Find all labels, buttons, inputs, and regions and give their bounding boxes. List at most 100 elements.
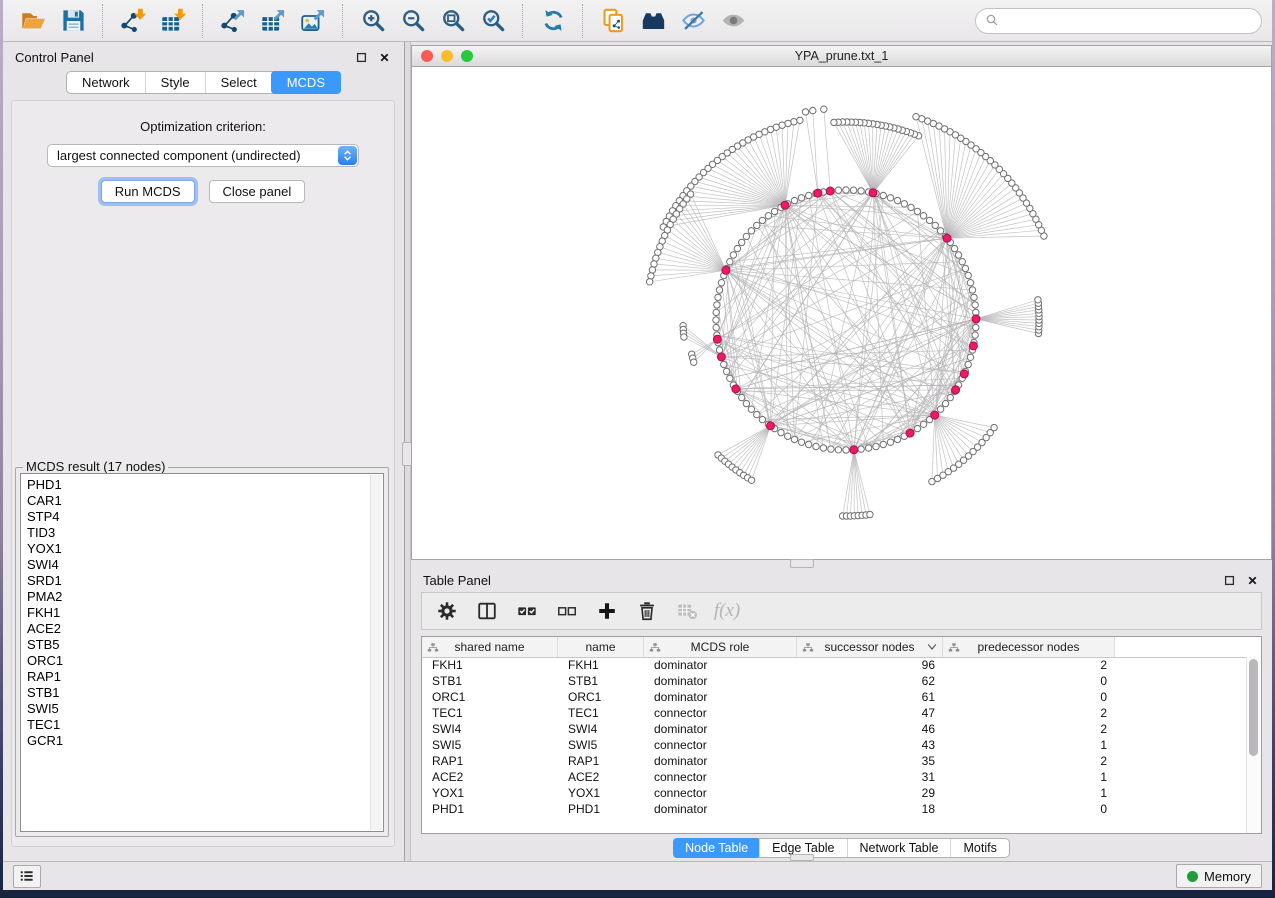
tab-select[interactable]: Select: [205, 72, 272, 93]
cell-predecessor-nodes[interactable]: 2: [943, 753, 1115, 769]
export-image-button[interactable]: [293, 4, 333, 38]
cell-successor-nodes[interactable]: 43: [797, 737, 943, 753]
refresh-view-button[interactable]: [533, 4, 573, 38]
run-mcds-button[interactable]: Run MCDS: [101, 180, 195, 203]
search-box[interactable]: [975, 8, 1262, 34]
window-close-button[interactable]: [421, 50, 433, 62]
cell-name[interactable]: ORC1: [558, 689, 644, 705]
export-table-button[interactable]: [253, 4, 293, 38]
first-neighbors-button[interactable]: [633, 4, 673, 38]
delete-column-trash-button[interactable]: [631, 595, 663, 627]
mcds-list-scrollbar[interactable]: [370, 475, 382, 830]
mcds-result-item[interactable]: TEC1: [21, 717, 383, 733]
cell-name[interactable]: SWI5: [558, 737, 644, 753]
cell-shared-name[interactable]: SWI4: [422, 721, 558, 737]
close-panel-button[interactable]: [377, 50, 392, 65]
mcds-result-item[interactable]: SWI4: [21, 557, 383, 573]
mcds-result-item[interactable]: SRD1: [21, 573, 383, 589]
cell-name[interactable]: TEC1: [558, 705, 644, 721]
delete-table-button[interactable]: [671, 595, 703, 627]
tab-style[interactable]: Style: [145, 72, 205, 93]
cell-shared-name[interactable]: RAP1: [422, 753, 558, 769]
table-row[interactable]: TEC1TEC1connector472: [422, 705, 1247, 721]
cell-name[interactable]: RAP1: [558, 753, 644, 769]
network-graph[interactable]: [412, 67, 1272, 557]
export-network-button[interactable]: [213, 4, 253, 38]
table-row[interactable]: YOX1YOX1connector291: [422, 785, 1247, 801]
zoom-fit-button[interactable]: [433, 4, 473, 38]
table-scrollbar-thumb[interactable]: [1249, 659, 1258, 756]
cell-shared-name[interactable]: PHD1: [422, 801, 558, 817]
mcds-result-item[interactable]: GCR1: [21, 733, 383, 749]
cell-predecessor-nodes[interactable]: 0: [943, 801, 1115, 817]
cell-successor-nodes[interactable]: 96: [797, 657, 943, 673]
cell-shared-name[interactable]: YOX1: [422, 785, 558, 801]
table-row[interactable]: ORC1ORC1dominator610: [422, 689, 1247, 705]
mcds-result-item[interactable]: RAP1: [21, 669, 383, 685]
table-row[interactable]: RAP1RAP1dominator352: [422, 753, 1247, 769]
mcds-result-item[interactable]: ORC1: [21, 653, 383, 669]
hide-selected-button[interactable]: [673, 4, 713, 38]
cell-mcds-role[interactable]: dominator: [644, 801, 797, 817]
zoom-in-button[interactable]: [353, 4, 393, 38]
close-table-panel-button[interactable]: [1245, 573, 1260, 588]
cell-mcds-role[interactable]: connector: [644, 705, 797, 721]
show-all-button[interactable]: [713, 4, 753, 38]
cell-predecessor-nodes[interactable]: 2: [943, 657, 1115, 673]
column-header-predecessor-nodes[interactable]: predecessor nodes: [943, 637, 1115, 657]
select-all-rows-button[interactable]: [511, 595, 543, 627]
cell-predecessor-nodes[interactable]: 1: [943, 769, 1115, 785]
network-canvas[interactable]: [411, 67, 1272, 560]
tab-network[interactable]: Network: [67, 72, 145, 93]
cell-name[interactable]: FKH1: [558, 657, 644, 673]
cell-mcds-role[interactable]: dominator: [644, 753, 797, 769]
mcds-result-item[interactable]: STB5: [21, 637, 383, 653]
tab-motifs[interactable]: Motifs: [950, 839, 1008, 857]
mcds-result-item[interactable]: PHD1: [21, 477, 383, 493]
cell-shared-name[interactable]: SWI5: [422, 737, 558, 753]
column-header-shared-name[interactable]: shared name: [422, 637, 558, 657]
cell-successor-nodes[interactable]: 47: [797, 705, 943, 721]
cell-name[interactable]: ACE2: [558, 769, 644, 785]
show-columns-button[interactable]: [471, 595, 503, 627]
cell-predecessor-nodes[interactable]: 2: [943, 721, 1115, 737]
new-network-from-selection-button[interactable]: [593, 4, 633, 38]
mcds-result-item[interactable]: PMA2: [21, 589, 383, 605]
tab-mcds[interactable]: MCDS: [271, 71, 341, 94]
memory-button[interactable]: Memory: [1176, 864, 1262, 888]
cell-shared-name[interactable]: FKH1: [422, 657, 558, 673]
cell-shared-name[interactable]: TEC1: [422, 705, 558, 721]
cell-shared-name[interactable]: STB1: [422, 673, 558, 689]
table-row[interactable]: STB1STB1dominator620: [422, 673, 1247, 689]
cell-mcds-role[interactable]: dominator: [644, 657, 797, 673]
cell-predecessor-nodes[interactable]: 0: [943, 689, 1115, 705]
tab-node-table[interactable]: Node Table: [673, 838, 760, 858]
cell-name[interactable]: PHD1: [558, 801, 644, 817]
cell-successor-nodes[interactable]: 29: [797, 785, 943, 801]
table-row[interactable]: PHD1PHD1dominator180: [422, 801, 1247, 817]
cell-successor-nodes[interactable]: 61: [797, 689, 943, 705]
float-panel-button[interactable]: [354, 50, 369, 65]
deselect-all-rows-button[interactable]: [551, 595, 583, 627]
column-header-name[interactable]: name: [558, 637, 644, 657]
function-builder-fx-button[interactable]: f(x): [711, 595, 743, 627]
table-row[interactable]: SWI4SWI4dominator462: [422, 721, 1247, 737]
cell-shared-name[interactable]: ACE2: [422, 769, 558, 785]
cell-successor-nodes[interactable]: 62: [797, 673, 943, 689]
cell-predecessor-nodes[interactable]: 1: [943, 785, 1115, 801]
table-row[interactable]: SWI5SWI5connector431: [422, 737, 1247, 753]
import-network-button[interactable]: [113, 4, 153, 38]
import-table-button[interactable]: [153, 4, 193, 38]
cell-mcds-role[interactable]: connector: [644, 769, 797, 785]
close-mcds-panel-button[interactable]: Close panel: [209, 180, 306, 203]
mcds-result-item[interactable]: SWI5: [21, 701, 383, 717]
column-header-successor-nodes[interactable]: successor nodes: [797, 637, 943, 657]
cell-successor-nodes[interactable]: 18: [797, 801, 943, 817]
cell-predecessor-nodes[interactable]: 1: [943, 737, 1115, 753]
cell-name[interactable]: STB1: [558, 673, 644, 689]
window-zoom-button[interactable]: [461, 50, 473, 62]
mcds-result-item[interactable]: YOX1: [21, 541, 383, 557]
mcds-result-item[interactable]: STP4: [21, 509, 383, 525]
cell-name[interactable]: SWI4: [558, 721, 644, 737]
zoom-selected-button[interactable]: [473, 4, 513, 38]
